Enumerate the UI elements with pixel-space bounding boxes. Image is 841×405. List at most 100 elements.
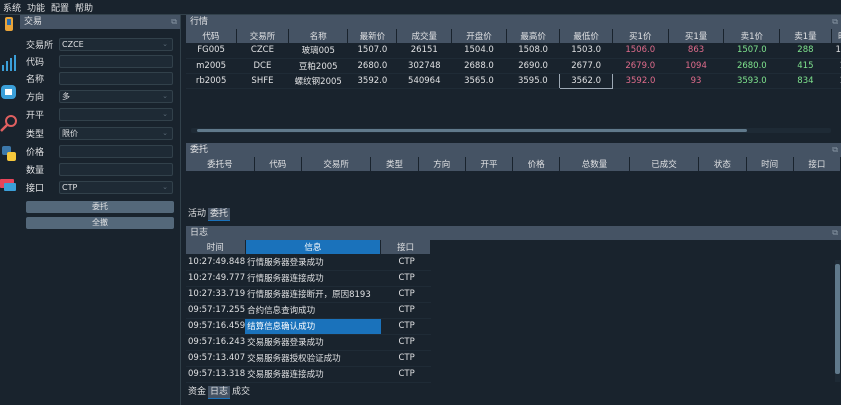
column-header[interactable]: 最新价 <box>347 29 398 43</box>
database-icon[interactable] <box>0 82 18 102</box>
table-cell: 26151 <box>396 43 452 59</box>
order-panel-title: 委托 ⧉ <box>186 143 841 157</box>
column-header[interactable]: 时间 <box>186 240 246 254</box>
tab-trades[interactable]: 成交 <box>230 386 252 399</box>
table-cell: rb2005 <box>186 73 237 89</box>
python-icon[interactable] <box>0 144 18 164</box>
column-header[interactable]: 接口 <box>793 157 841 171</box>
horizontal-scrollbar[interactable] <box>191 128 831 133</box>
table-cell: CTP <box>380 270 431 287</box>
column-header[interactable]: 代码 <box>254 157 302 171</box>
table-row[interactable]: FG005 CZCE 玻璃005 1507.0 26151 1504.0 1508.0 150… <box>186 43 841 59</box>
column-header[interactable]: 交易所 <box>236 29 290 43</box>
column-header[interactable]: 最高价 <box>506 29 561 43</box>
column-header[interactable]: 信息 <box>245 240 382 254</box>
column-header[interactable]: 名称 <box>288 29 349 43</box>
column-header[interactable]: 最低价 <box>559 29 613 43</box>
name-label: 名称 <box>26 75 45 85</box>
tab-active-orders[interactable]: 活动 <box>186 208 208 221</box>
column-header[interactable]: 交易所 <box>301 157 372 171</box>
column-header[interactable]: 买1量 <box>668 29 725 43</box>
column-header[interactable]: 卖1价 <box>723 29 781 43</box>
tab-all-orders[interactable]: 委托 <box>208 207 231 221</box>
log-row[interactable]: 09:57:13.407 交易服务器授权验证成功 CTP <box>186 350 431 367</box>
log-row[interactable]: 10:27:33.719 行情服务器连接断开，原因8193 CTP <box>186 286 431 303</box>
tab-account[interactable]: 资金 <box>186 386 208 399</box>
float-icon[interactable]: ⧉ <box>171 15 177 29</box>
column-header[interactable]: 卖1量 <box>779 29 832 43</box>
market-table: 代码交易所名称最新价成交量开盘价最高价最低价买1价买1量卖1价卖1量时 FG00… <box>186 29 841 89</box>
order-type-select[interactable]: 限价 ⌄ <box>59 127 173 140</box>
table-row[interactable]: rb2005 SHFE 螺纹钢2005 3592.0 540964 3565.0 3595.… <box>186 72 841 89</box>
table-cell: 结算信息确认成功 <box>245 318 381 335</box>
tab-log[interactable]: 日志 <box>208 385 231 399</box>
vertical-scrollbar[interactable] <box>835 260 840 382</box>
chart-icon[interactable] <box>0 53 18 73</box>
name-input[interactable] <box>59 72 173 85</box>
table-cell: 1503.0 <box>559 43 613 59</box>
column-header[interactable]: 状态 <box>698 157 747 171</box>
symbol-input[interactable] <box>59 55 173 68</box>
column-header[interactable]: 时 <box>831 29 841 43</box>
column-header[interactable]: 价格 <box>512 157 561 171</box>
table-cell: 交易服务器连接成功 <box>245 366 381 383</box>
log-row[interactable]: 10:27:49.777 行情服务器连接成功 CTP <box>186 270 431 287</box>
gateway-select[interactable]: CTP ⌄ <box>59 181 173 194</box>
scrollbar-handle[interactable] <box>835 264 840 374</box>
log-panel: 日志 ⧉ 时间 信息 接口 10:27:49.848 行情服务器登录成功 CTP 10:27… <box>186 226 841 405</box>
price-input[interactable] <box>59 145 173 158</box>
order-table: 委托号 代码 交易所 类型 方向 开平 价格 总数量 已成交 状态 时间 接口 <box>186 157 841 171</box>
menu-system[interactable]: 系统 <box>0 1 24 14</box>
menu-config[interactable]: 配置 <box>48 1 72 14</box>
log-row[interactable]: 09:57:16.243 交易服务器登录成功 CTP <box>186 334 431 351</box>
table-cell: CTP <box>380 318 431 335</box>
column-header[interactable]: 类型 <box>370 157 419 171</box>
table-cell: 10:27:49.848 <box>186 254 246 271</box>
table-cell: SHFE <box>236 73 289 89</box>
exchange-label: 交易所 <box>26 41 54 51</box>
table-cell: 2688.0 <box>451 58 507 74</box>
direction-select[interactable]: 多 ⌄ <box>59 90 173 103</box>
column-header[interactable]: 已成交 <box>629 157 700 171</box>
float-icon[interactable]: ⧉ <box>832 15 838 29</box>
table-cell: CTP <box>380 254 431 271</box>
table-cell: 2679.0 <box>612 58 669 74</box>
table-row[interactable]: m2005 DCE 豆粕2005 2680.0 302748 2688.0 2690.0 26… <box>186 58 841 74</box>
column-header[interactable]: 成交量 <box>396 29 453 43</box>
chat-icon[interactable] <box>0 175 18 195</box>
table-cell: 3592.0 <box>612 73 669 89</box>
menu-function[interactable]: 功能 <box>24 1 48 14</box>
float-icon[interactable]: ⧉ <box>832 226 838 240</box>
chevron-down-icon: ⌄ <box>162 110 168 118</box>
volume-input[interactable] <box>59 163 173 176</box>
column-header[interactable]: 开盘价 <box>451 29 507 43</box>
exchange-select[interactable]: CZCE ⌄ <box>59 38 173 51</box>
trader-icon[interactable] <box>0 15 18 35</box>
cancel-all-button[interactable]: 全撤 <box>26 217 174 229</box>
column-header[interactable]: 时间 <box>746 157 794 171</box>
column-header[interactable]: 接口 <box>380 240 431 254</box>
scrollbar-handle[interactable] <box>197 129 747 132</box>
float-icon[interactable]: ⧉ <box>832 143 838 157</box>
column-header[interactable]: 总数量 <box>559 157 630 171</box>
chevron-down-icon: ⌄ <box>162 40 168 48</box>
column-header[interactable]: 方向 <box>418 157 466 171</box>
table-cell: 1508.0 <box>506 43 560 59</box>
send-order-button[interactable]: 委托 <box>26 201 174 213</box>
offset-select[interactable]: ⌄ <box>59 108 173 121</box>
column-header[interactable]: 代码 <box>186 29 237 43</box>
column-header[interactable]: 买1价 <box>612 29 669 43</box>
menu-help[interactable]: 帮助 <box>72 1 96 14</box>
log-row[interactable]: 09:57:16.459 结算信息确认成功 CTP <box>186 318 431 335</box>
log-row[interactable]: 09:57:13.318 交易服务器连接成功 CTP <box>186 366 431 383</box>
search-icon[interactable] <box>0 113 18 133</box>
column-header[interactable]: 委托号 <box>186 157 255 171</box>
table-cell: 834 <box>779 73 832 89</box>
volume-row: 数量 <box>26 163 176 176</box>
table-cell: CZCE <box>236 43 289 59</box>
column-header[interactable]: 开平 <box>465 157 514 171</box>
table-cell: 10:27:49.777 <box>186 270 246 287</box>
table-cell: 1 <box>831 58 841 74</box>
log-row[interactable]: 10:27:49.848 行情服务器登录成功 CTP <box>186 254 431 271</box>
log-row[interactable]: 09:57:17.255 合约信息查询成功 CTP <box>186 302 431 319</box>
